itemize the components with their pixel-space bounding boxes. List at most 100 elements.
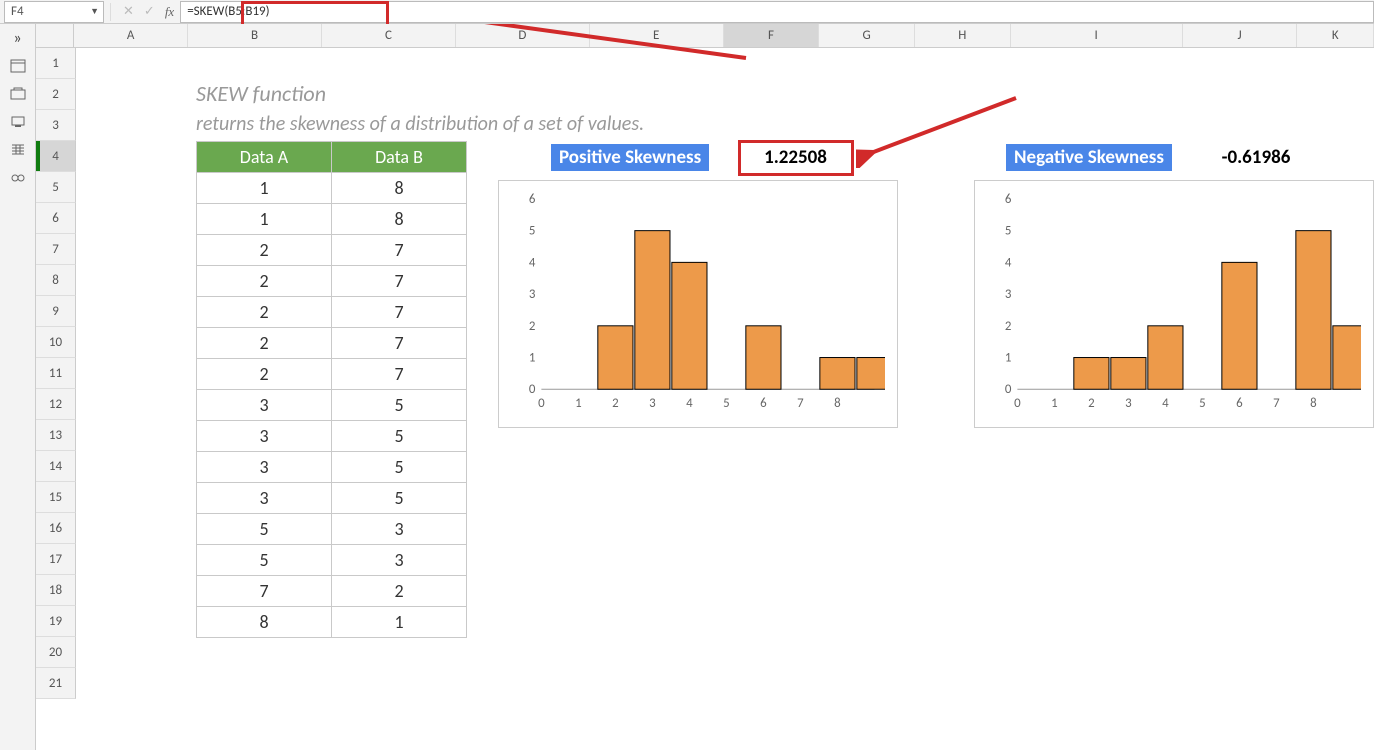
col-header-D[interactable]: D bbox=[456, 24, 590, 47]
svg-text:1: 1 bbox=[1051, 396, 1058, 411]
confirm-icon[interactable]: ✓ bbox=[144, 4, 155, 19]
row-header-8[interactable]: 8 bbox=[36, 265, 76, 296]
row-header-18[interactable]: 18 bbox=[36, 575, 76, 606]
col-header-J[interactable]: J bbox=[1183, 24, 1298, 47]
table-cell[interactable]: 7 bbox=[332, 359, 467, 390]
table-cell[interactable]: 3 bbox=[197, 483, 332, 514]
col-header-H[interactable]: H bbox=[915, 24, 1011, 47]
chart-positive[interactable]: 0123456012345678 bbox=[498, 180, 898, 428]
positive-skewness-value[interactable]: 1.22508 bbox=[742, 142, 849, 172]
corner-cell[interactable] bbox=[36, 24, 74, 47]
svg-text:0: 0 bbox=[529, 382, 536, 397]
fx-icon[interactable]: fx bbox=[165, 4, 174, 20]
col-header-A[interactable]: A bbox=[74, 24, 188, 47]
expand-panel-icon[interactable]: » bbox=[7, 30, 29, 46]
table-cell[interactable]: 3 bbox=[197, 421, 332, 452]
table-cell[interactable]: 5 bbox=[332, 421, 467, 452]
table-cell[interactable]: 5 bbox=[332, 452, 467, 483]
column-headers: A B C D E F G H I J K bbox=[36, 24, 1374, 48]
row-header-1[interactable]: 1 bbox=[36, 48, 76, 79]
sidebar-icon-1[interactable] bbox=[7, 58, 29, 74]
col-header-I[interactable]: I bbox=[1011, 24, 1183, 47]
table-cell[interactable]: 1 bbox=[197, 173, 332, 204]
name-box[interactable]: F4 ▼ bbox=[4, 1, 104, 23]
row-header-5[interactable]: 5 bbox=[36, 172, 76, 203]
svg-text:2: 2 bbox=[612, 396, 619, 411]
row-header-2[interactable]: 2 bbox=[36, 79, 76, 110]
table-cell[interactable]: 7 bbox=[332, 235, 467, 266]
table-cell[interactable]: 8 bbox=[332, 173, 467, 204]
formula-input[interactable]: =SKEW(B5:B19) bbox=[180, 1, 1374, 23]
sidebar-icon-4[interactable] bbox=[7, 142, 29, 158]
col-header-G[interactable]: G bbox=[819, 24, 915, 47]
table-cell[interactable]: 7 bbox=[332, 328, 467, 359]
table-row: 81 bbox=[197, 607, 467, 638]
table-row: 27 bbox=[197, 235, 467, 266]
table-row: 35 bbox=[197, 390, 467, 421]
sidebar-icon-3[interactable] bbox=[7, 114, 29, 130]
col-header-F[interactable]: F bbox=[724, 24, 820, 47]
table-cell[interactable]: 7 bbox=[332, 266, 467, 297]
row-header-15[interactable]: 15 bbox=[36, 482, 76, 513]
table-cell[interactable]: 2 bbox=[197, 359, 332, 390]
table-cell[interactable]: 5 bbox=[197, 514, 332, 545]
row-header-10[interactable]: 10 bbox=[36, 327, 76, 358]
svg-text:3: 3 bbox=[649, 396, 656, 411]
table-cell[interactable]: 1 bbox=[332, 607, 467, 638]
table-header-B: Data B bbox=[332, 142, 467, 173]
table-cell[interactable]: 2 bbox=[197, 328, 332, 359]
annotation-arrow-2 bbox=[856, 88, 1026, 168]
col-header-K[interactable]: K bbox=[1297, 24, 1374, 47]
spreadsheet-grid[interactable]: A B C D E F G H I J K 1 2 3 4 5 6 7 8 9 … bbox=[36, 24, 1374, 750]
row-header-13[interactable]: 13 bbox=[36, 420, 76, 451]
table-cell[interactable]: 2 bbox=[197, 266, 332, 297]
row-header-19[interactable]: 19 bbox=[36, 606, 76, 637]
table-cell[interactable]: 5 bbox=[332, 483, 467, 514]
row-header-6[interactable]: 6 bbox=[36, 203, 76, 234]
table-cell[interactable]: 2 bbox=[197, 235, 332, 266]
table-header-A: Data A bbox=[197, 142, 332, 173]
row-header-11[interactable]: 11 bbox=[36, 358, 76, 389]
svg-text:4: 4 bbox=[529, 255, 536, 270]
name-box-value: F4 bbox=[11, 4, 24, 19]
row-header-17[interactable]: 17 bbox=[36, 544, 76, 575]
table-row: 53 bbox=[197, 545, 467, 576]
col-header-C[interactable]: C bbox=[322, 24, 456, 47]
table-cell[interactable]: 2 bbox=[332, 576, 467, 607]
row-header-14[interactable]: 14 bbox=[36, 451, 76, 482]
sidebar-icon-2[interactable] bbox=[7, 86, 29, 102]
row-header-21[interactable]: 21 bbox=[36, 668, 76, 699]
negative-skewness-value: -0.61986 bbox=[1206, 142, 1306, 172]
table-cell[interactable]: 3 bbox=[197, 452, 332, 483]
svg-text:3: 3 bbox=[1005, 287, 1012, 302]
svg-text:6: 6 bbox=[760, 396, 767, 411]
table-cell[interactable]: 3 bbox=[332, 514, 467, 545]
left-sidebar: » bbox=[0, 24, 36, 750]
table-cell[interactable]: 5 bbox=[197, 545, 332, 576]
svg-text:6: 6 bbox=[529, 192, 536, 207]
row-selected-indicator bbox=[36, 141, 40, 171]
table-row: 72 bbox=[197, 576, 467, 607]
table-cell[interactable]: 7 bbox=[332, 297, 467, 328]
name-box-dropdown-icon[interactable]: ▼ bbox=[90, 6, 99, 17]
row-header-9[interactable]: 9 bbox=[36, 296, 76, 327]
row-header-16[interactable]: 16 bbox=[36, 513, 76, 544]
row-header-12[interactable]: 12 bbox=[36, 389, 76, 420]
sidebar-icon-5[interactable] bbox=[7, 170, 29, 186]
row-header-20[interactable]: 20 bbox=[36, 637, 76, 668]
row-header-7[interactable]: 7 bbox=[36, 234, 76, 265]
col-header-E[interactable]: E bbox=[590, 24, 724, 47]
table-cell[interactable]: 5 bbox=[332, 390, 467, 421]
table-cell[interactable]: 3 bbox=[197, 390, 332, 421]
table-cell[interactable]: 8 bbox=[197, 607, 332, 638]
chart-negative[interactable]: 0123456012345678 bbox=[974, 180, 1374, 428]
row-header-4[interactable]: 4 bbox=[36, 141, 76, 172]
table-cell[interactable]: 8 bbox=[332, 204, 467, 235]
table-cell[interactable]: 2 bbox=[197, 297, 332, 328]
col-header-B[interactable]: B bbox=[188, 24, 322, 47]
table-cell[interactable]: 3 bbox=[332, 545, 467, 576]
row-header-3[interactable]: 3 bbox=[36, 110, 76, 141]
table-cell[interactable]: 7 bbox=[197, 576, 332, 607]
cancel-icon[interactable]: ✕ bbox=[123, 4, 134, 19]
table-cell[interactable]: 1 bbox=[197, 204, 332, 235]
